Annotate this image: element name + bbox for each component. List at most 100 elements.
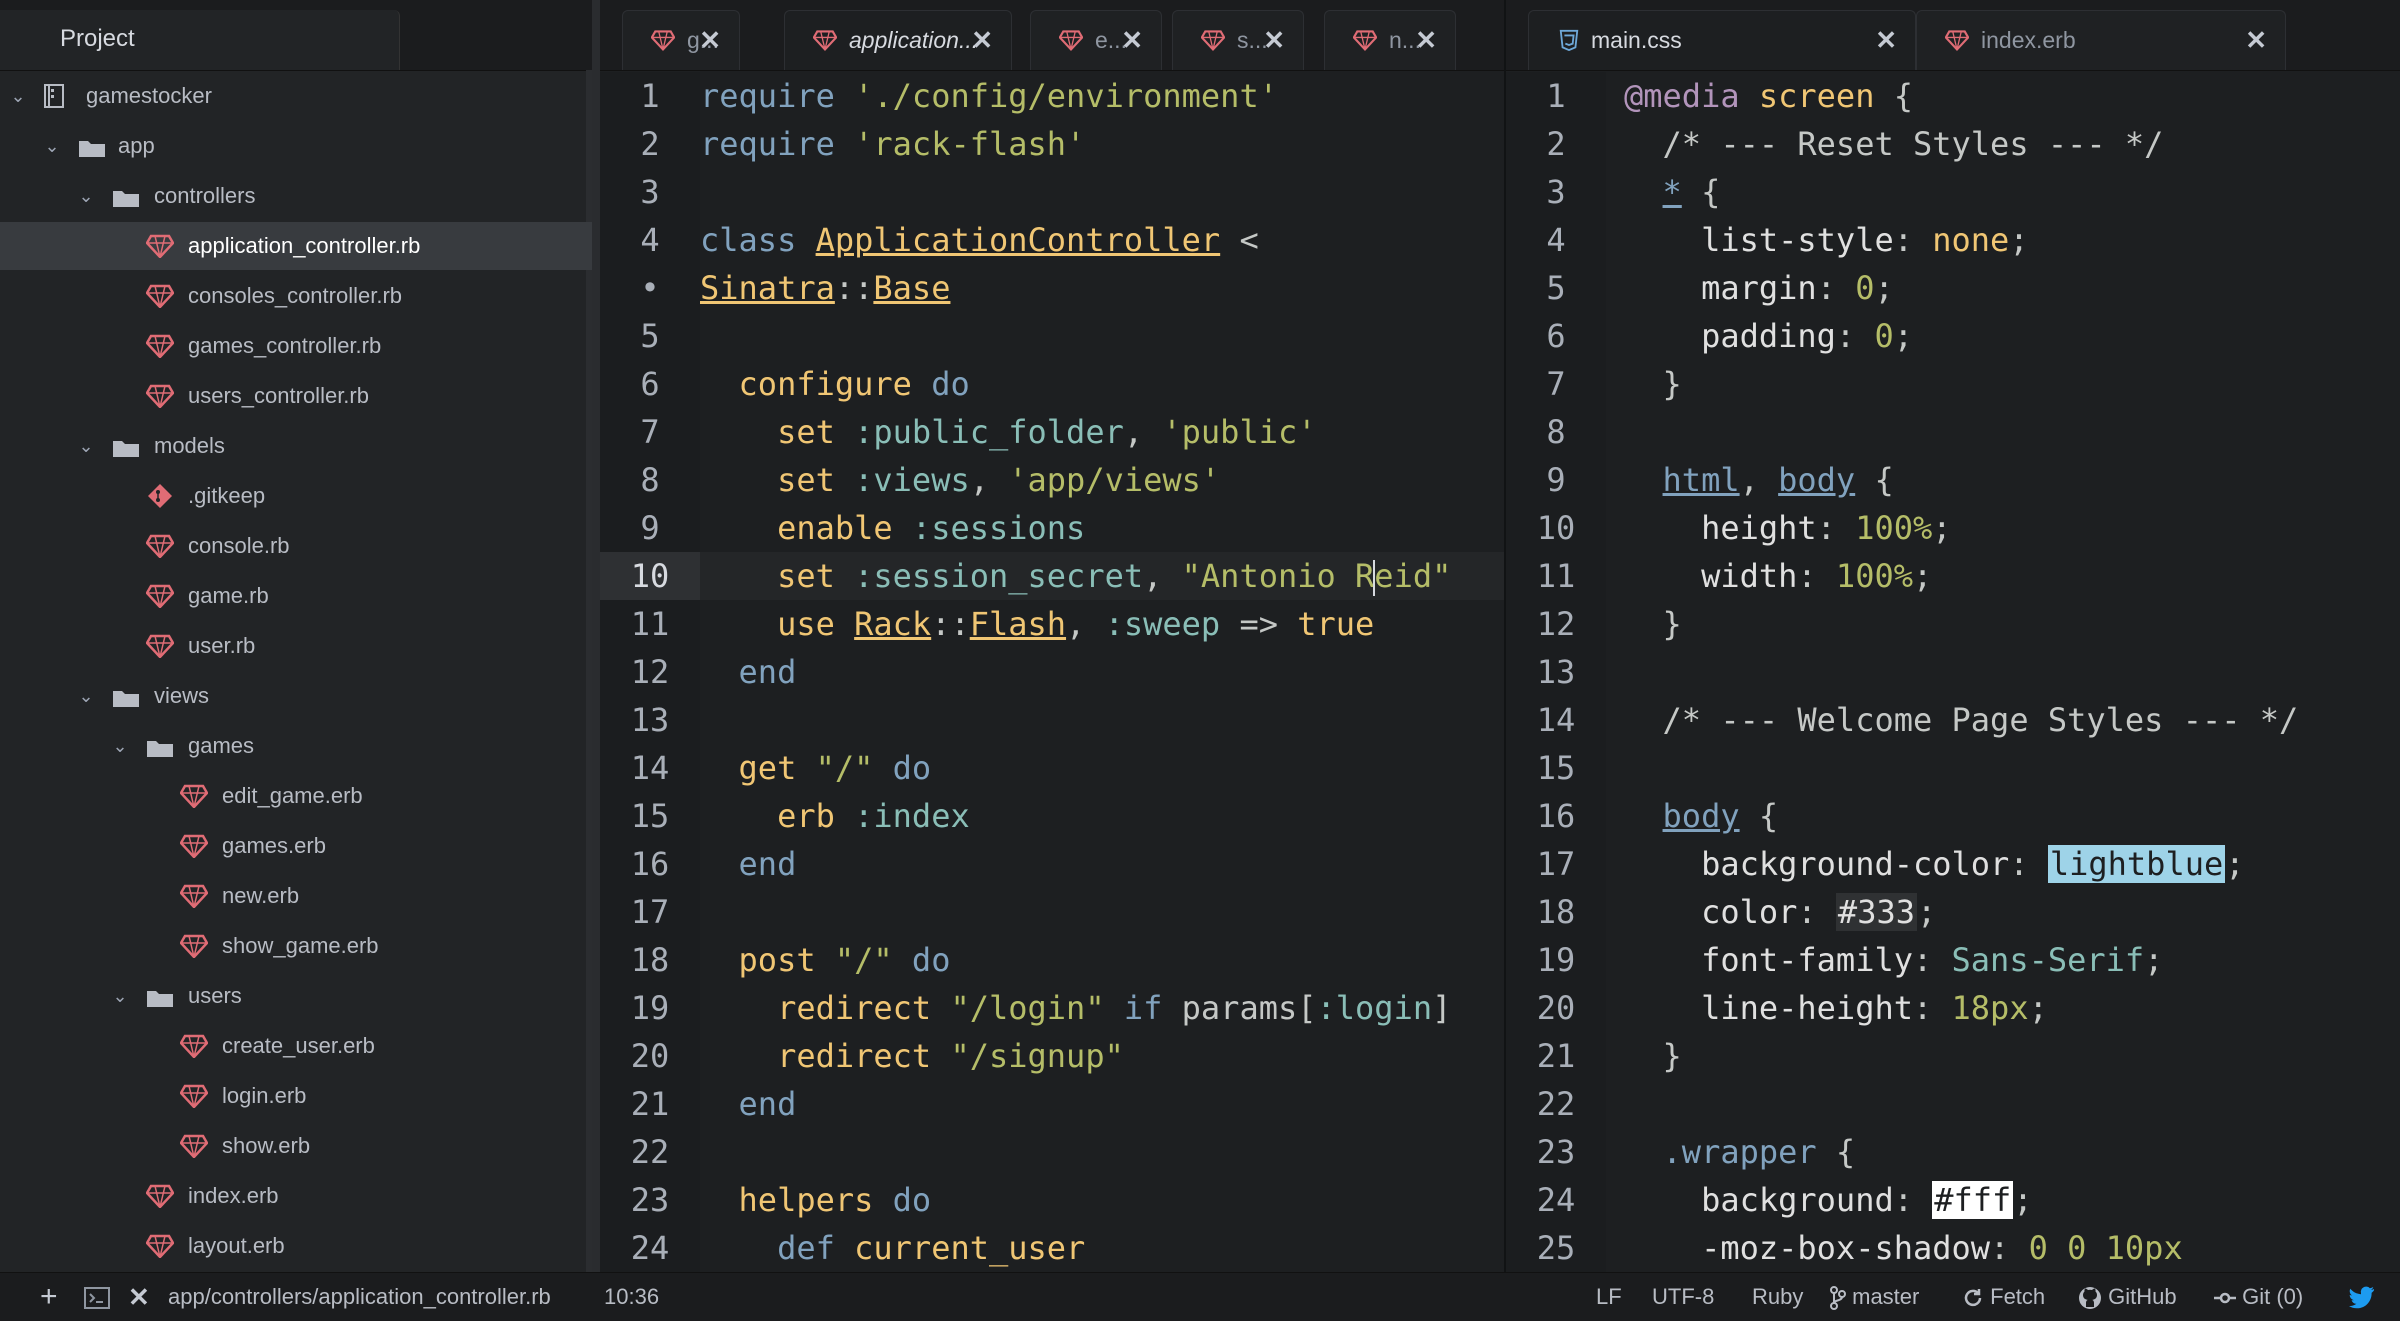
code-token: :sweep: [1104, 605, 1221, 643]
close-icon[interactable]: ✕: [2245, 11, 2267, 69]
code-token: get: [700, 749, 816, 787]
tree-file-layout-erb[interactable]: layout.erb: [0, 1222, 592, 1270]
ruby-icon: [146, 634, 174, 658]
tab-main-css[interactable]: main.css ✕: [1528, 10, 1916, 70]
pane-resize-handle[interactable]: [592, 0, 600, 1272]
code-line: 20 line-height: 18px;: [1506, 984, 2400, 1032]
tree-folder-controllers[interactable]: ⌄ controllers: [0, 172, 592, 220]
code-editor-ruby[interactable]: 1 require './config/environment' 2 require…: [600, 72, 1504, 1272]
tree-file-users-controller[interactable]: users_controller.rb: [0, 372, 592, 420]
folder-icon: [113, 191, 139, 207]
tree-file-games-erb[interactable]: games.erb: [0, 822, 592, 870]
code-token: ;: [1932, 509, 1952, 547]
tree-folder-app[interactable]: ⌄ app: [0, 122, 592, 170]
code-token: "Antonio R: [1181, 557, 1375, 595]
tab-s[interactable]: s... ✕: [1172, 10, 1304, 70]
close-icon[interactable]: ✕: [1121, 11, 1143, 69]
tree-label: app: [118, 133, 155, 158]
tree-file-login-erb[interactable]: login.erb: [0, 1072, 592, 1120]
close-icon[interactable]: ✕: [128, 1273, 150, 1321]
close-icon[interactable]: ✕: [1415, 11, 1437, 69]
code-token: :sessions: [911, 509, 1086, 547]
tab-application-controller[interactable]: application... ✕: [784, 10, 1012, 70]
add-icon[interactable]: +: [40, 1273, 58, 1321]
git-file-icon: [148, 484, 172, 508]
tree-label: models: [154, 433, 225, 458]
tab-e[interactable]: e... ✕: [1030, 10, 1162, 70]
code-token: ;: [1893, 317, 1913, 355]
ruby-icon: [146, 334, 174, 358]
tree-file-create-user[interactable]: create_user.erb: [0, 1022, 592, 1070]
close-icon[interactable]: ✕: [971, 11, 993, 69]
tree-label: application_controller.rb: [188, 233, 421, 258]
tree-file-show-game[interactable]: show_game.erb: [0, 922, 592, 970]
code-line: 20 redirect "/signup": [600, 1032, 1504, 1080]
close-icon[interactable]: ✕: [1875, 11, 1897, 69]
terminal-icon[interactable]: [84, 1273, 110, 1321]
bird-icon[interactable]: [2348, 1273, 2376, 1321]
code-token: -moz-box-shadow: [1624, 1229, 1991, 1267]
close-icon[interactable]: ✕: [1263, 11, 1285, 69]
tree-file-index-erb[interactable]: index.erb: [0, 1172, 592, 1220]
tab-index-erb[interactable]: index.erb ✕: [1916, 10, 2286, 70]
tree-file-show-erb[interactable]: show.erb: [0, 1122, 592, 1170]
tab-bar-left: g... ✕ application... ✕ e... ✕ s... ✕ n.…: [600, 0, 1504, 71]
close-icon[interactable]: ✕: [699, 11, 721, 69]
tree-folder-games[interactable]: ⌄ games: [0, 722, 592, 770]
code-token: :session_secret: [854, 557, 1144, 595]
github-button[interactable]: GitHub: [2078, 1273, 2177, 1321]
tree-folder-gamestocker[interactable]: ⌄ gamestocker: [0, 72, 592, 120]
tree-file-game-rb[interactable]: game.rb: [0, 572, 592, 620]
tree-label: layout.erb: [188, 1233, 285, 1258]
tree-label: controllers: [154, 183, 256, 208]
code-token: redirect: [700, 1037, 951, 1075]
code-token: ,: [969, 461, 1009, 499]
code-token: }: [1624, 605, 1682, 643]
tree-file-gitkeep[interactable]: .gitkeep: [0, 472, 592, 520]
code-token: Base: [873, 269, 951, 307]
tree-file-games-controller[interactable]: games_controller.rb: [0, 322, 592, 370]
tree-file-edit-game[interactable]: edit_game.erb: [0, 772, 592, 820]
tab-n[interactable]: n... ✕: [1324, 10, 1456, 70]
tree-label: login.erb: [222, 1083, 307, 1108]
code-token: "/signup": [950, 1037, 1124, 1075]
encoding-indicator[interactable]: UTF-8: [1652, 1273, 1714, 1321]
tree-folder-models[interactable]: ⌄ models: [0, 422, 592, 470]
project-tab[interactable]: Project: [0, 10, 400, 70]
tab-g[interactable]: g... ✕: [622, 10, 740, 70]
line-number: 6: [1546, 317, 1566, 355]
tree-file-application-controller[interactable]: application_controller.rb: [0, 222, 592, 270]
chevron-down-icon: ⌄: [44, 136, 60, 156]
chevron-down-icon: ⌄: [112, 986, 128, 1006]
tree-folder-views[interactable]: ⌄ views: [0, 672, 592, 720]
editor-pane-css: main.css ✕ index.erb ✕ 1 @media screen { …: [1506, 0, 2400, 1272]
line-ending-indicator[interactable]: LF: [1596, 1273, 1622, 1321]
tree-folder-users[interactable]: ⌄ users: [0, 972, 592, 1020]
fetch-button[interactable]: Fetch: [1962, 1273, 2045, 1321]
tree-file-new-erb[interactable]: new.erb: [0, 872, 592, 920]
line-number: 7: [640, 413, 660, 451]
code-line: 24 background: #fff;: [1506, 1176, 2400, 1224]
cursor-position[interactable]: 10:36: [604, 1273, 659, 1321]
branch-button[interactable]: master: [1830, 1273, 1919, 1321]
code-line: 1 require './config/environment': [600, 72, 1504, 120]
code-token: ;: [2144, 941, 2164, 979]
line-number: 11: [1536, 557, 1576, 595]
tree-label: user.rb: [188, 633, 256, 658]
tree-header: Project: [0, 0, 592, 71]
code-line: 12 end: [600, 648, 1504, 696]
code-line: 23 helpers do: [600, 1176, 1504, 1224]
tree-file-user-rb[interactable]: user.rb: [0, 622, 592, 670]
code-token: padding: [1624, 317, 1836, 355]
code-token: 18px: [1951, 989, 2029, 1027]
git-button[interactable]: Git (0): [2214, 1273, 2303, 1321]
file-path[interactable]: app/controllers/application_controller.r…: [168, 1273, 551, 1321]
grammar-indicator[interactable]: Ruby: [1752, 1273, 1803, 1321]
line-number: 14: [1536, 701, 1576, 739]
code-token: configure: [700, 365, 932, 403]
tree-file-console-rb[interactable]: console.rb: [0, 522, 592, 570]
tree-file-consoles-controller[interactable]: consoles_controller.rb: [0, 272, 592, 320]
code-editor-css[interactable]: 1 @media screen { 2 /* --- Reset Styles -…: [1506, 72, 2400, 1272]
